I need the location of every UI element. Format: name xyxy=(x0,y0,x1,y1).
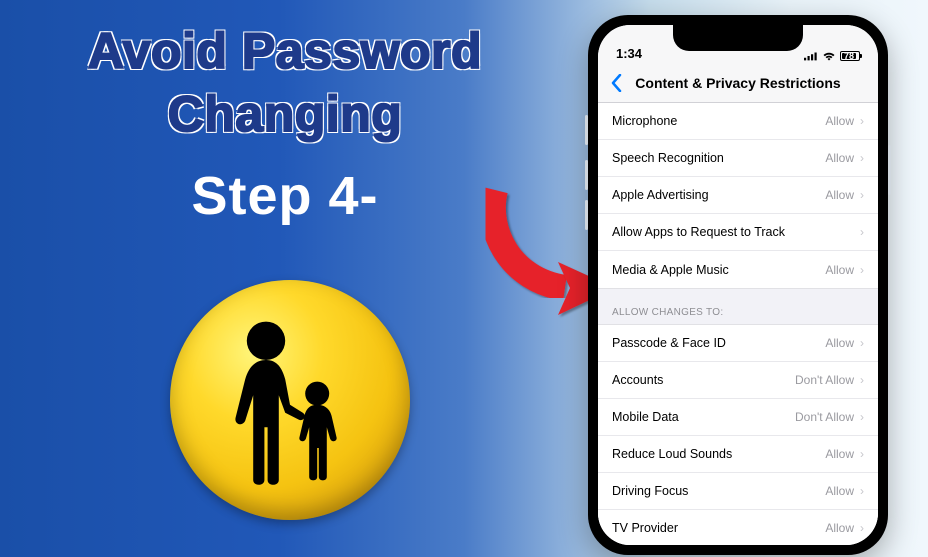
chevron-right-icon: › xyxy=(860,373,864,387)
battery-icon: 78 xyxy=(840,51,860,61)
chevron-right-icon: › xyxy=(860,447,864,461)
row-allow-track[interactable]: Allow Apps to Request to Track › xyxy=(598,214,878,251)
row-label: Microphone xyxy=(612,114,825,128)
row-value: Allow xyxy=(825,447,854,461)
row-value: Allow xyxy=(825,151,854,165)
chevron-right-icon: › xyxy=(860,188,864,202)
chevron-right-icon: › xyxy=(860,336,864,350)
row-reduce-loud-sounds[interactable]: Reduce Loud Sounds Allow › xyxy=(598,436,878,473)
cellular-signal-icon xyxy=(804,51,818,61)
chevron-right-icon: › xyxy=(860,521,864,535)
page-title: Content & Privacy Restrictions xyxy=(598,75,878,91)
row-label: Accounts xyxy=(612,373,795,387)
chevron-right-icon: › xyxy=(860,263,864,277)
section-header-allow-changes: ALLOW CHANGES TO: xyxy=(598,289,878,324)
row-label: Passcode & Face ID xyxy=(612,336,825,350)
phone-screen: 1:34 78 Content & Privacy Restrictions xyxy=(598,25,878,545)
settings-group-1: Microphone Allow › Speech Recognition Al… xyxy=(598,103,878,289)
row-value: Allow xyxy=(825,263,854,277)
row-value: Allow xyxy=(825,484,854,498)
back-button[interactable] xyxy=(606,69,626,97)
headline-line1: Avoid Password xyxy=(50,20,520,83)
row-value: Allow xyxy=(825,336,854,350)
infographic-text: Avoid Password Changing Step 4- xyxy=(50,20,520,227)
row-label: Media & Apple Music xyxy=(612,263,825,277)
row-label: TV Provider xyxy=(612,521,825,535)
row-label: Allow Apps to Request to Track xyxy=(612,225,854,239)
row-value: Allow xyxy=(825,521,854,535)
row-tv-provider[interactable]: TV Provider Allow › xyxy=(598,510,878,545)
wifi-icon xyxy=(822,51,836,61)
row-label: Speech Recognition xyxy=(612,151,825,165)
row-mobile-data[interactable]: Mobile Data Don't Allow › xyxy=(598,399,878,436)
row-label: Driving Focus xyxy=(612,484,825,498)
settings-group-2: Passcode & Face ID Allow › Accounts Don'… xyxy=(598,324,878,545)
row-accounts[interactable]: Accounts Don't Allow › xyxy=(598,362,878,399)
row-apple-advertising[interactable]: Apple Advertising Allow › xyxy=(598,177,878,214)
headline-line2: Changing xyxy=(50,83,520,146)
row-speech-recognition[interactable]: Speech Recognition Allow › xyxy=(598,140,878,177)
status-indicators: 78 xyxy=(804,51,860,61)
row-media-apple-music[interactable]: Media & Apple Music Allow › xyxy=(598,251,878,288)
status-time: 1:34 xyxy=(616,46,642,61)
phone-notch xyxy=(673,25,803,51)
row-passcode-faceid[interactable]: Passcode & Face ID Allow › xyxy=(598,325,878,362)
chevron-right-icon: › xyxy=(860,484,864,498)
nav-bar: Content & Privacy Restrictions xyxy=(598,63,878,103)
row-label: Apple Advertising xyxy=(612,188,825,202)
row-value: Don't Allow xyxy=(795,410,854,424)
chevron-right-icon: › xyxy=(860,410,864,424)
parental-control-icon xyxy=(170,280,410,520)
chevron-right-icon: › xyxy=(860,151,864,165)
row-label: Mobile Data xyxy=(612,410,795,424)
row-microphone[interactable]: Microphone Allow › xyxy=(598,103,878,140)
settings-content[interactable]: Microphone Allow › Speech Recognition Al… xyxy=(598,103,878,545)
row-label: Reduce Loud Sounds xyxy=(612,447,825,461)
row-value: Don't Allow xyxy=(795,373,854,387)
row-value: Allow xyxy=(825,188,854,202)
phone-mockup: 1:34 78 Content & Privacy Restrictions xyxy=(588,15,888,555)
chevron-right-icon: › xyxy=(860,225,864,239)
chevron-right-icon: › xyxy=(860,114,864,128)
step-label: Step 4- xyxy=(50,165,520,227)
row-value: Allow xyxy=(825,114,854,128)
row-driving-focus[interactable]: Driving Focus Allow › xyxy=(598,473,878,510)
